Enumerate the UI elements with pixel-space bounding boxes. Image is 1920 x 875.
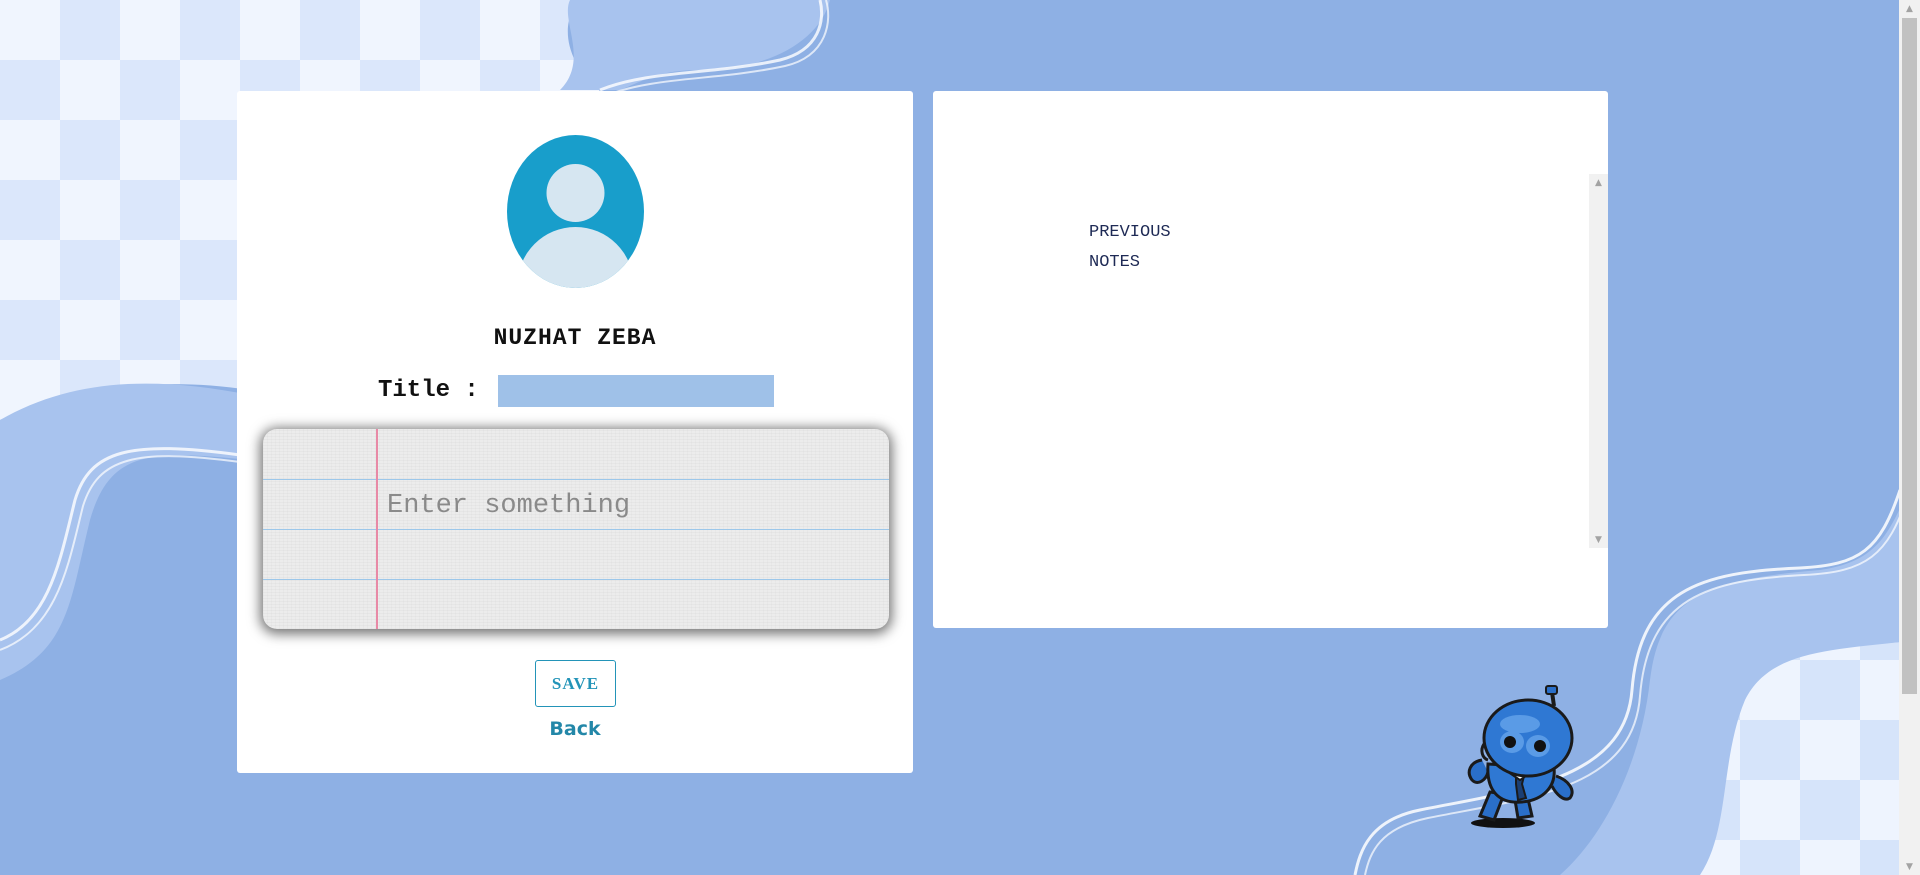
title-label: Title :	[378, 377, 479, 404]
note-body-textarea[interactable]	[387, 481, 877, 601]
note-editor-card: NUZHAT ZEBA Title : SAVE Back	[237, 91, 913, 773]
save-button[interactable]: SAVE	[535, 660, 616, 707]
previous-notes-card: PREVIOUS NOTES ▲ ▼	[933, 91, 1608, 628]
notepad-rule-line	[263, 479, 889, 480]
user-avatar-icon	[507, 135, 644, 288]
robot-mascot-icon	[1467, 685, 1574, 828]
page-scroll-up-icon[interactable]: ▲	[1899, 0, 1920, 17]
page-scrollbar[interactable]: ▲ ▼	[1899, 0, 1920, 875]
back-link[interactable]: Back	[237, 718, 913, 740]
notes-scrollbar[interactable]: ▲ ▼	[1589, 174, 1608, 548]
user-name: NUZHAT ZEBA	[493, 325, 657, 351]
previous-notes-heading: PREVIOUS NOTES	[1089, 223, 1171, 272]
title-input[interactable]	[498, 375, 774, 407]
page-scroll-down-icon[interactable]: ▼	[1899, 858, 1920, 875]
page-scrollbar-thumb[interactable]	[1902, 18, 1917, 694]
scroll-up-icon[interactable]: ▲	[1589, 174, 1608, 191]
notepad-margin-line	[376, 429, 378, 629]
previous-notes-list[interactable]: PREVIOUS NOTES ▲ ▼	[933, 174, 1608, 548]
note-textarea-container	[263, 429, 889, 629]
scroll-down-icon[interactable]: ▼	[1589, 531, 1608, 548]
